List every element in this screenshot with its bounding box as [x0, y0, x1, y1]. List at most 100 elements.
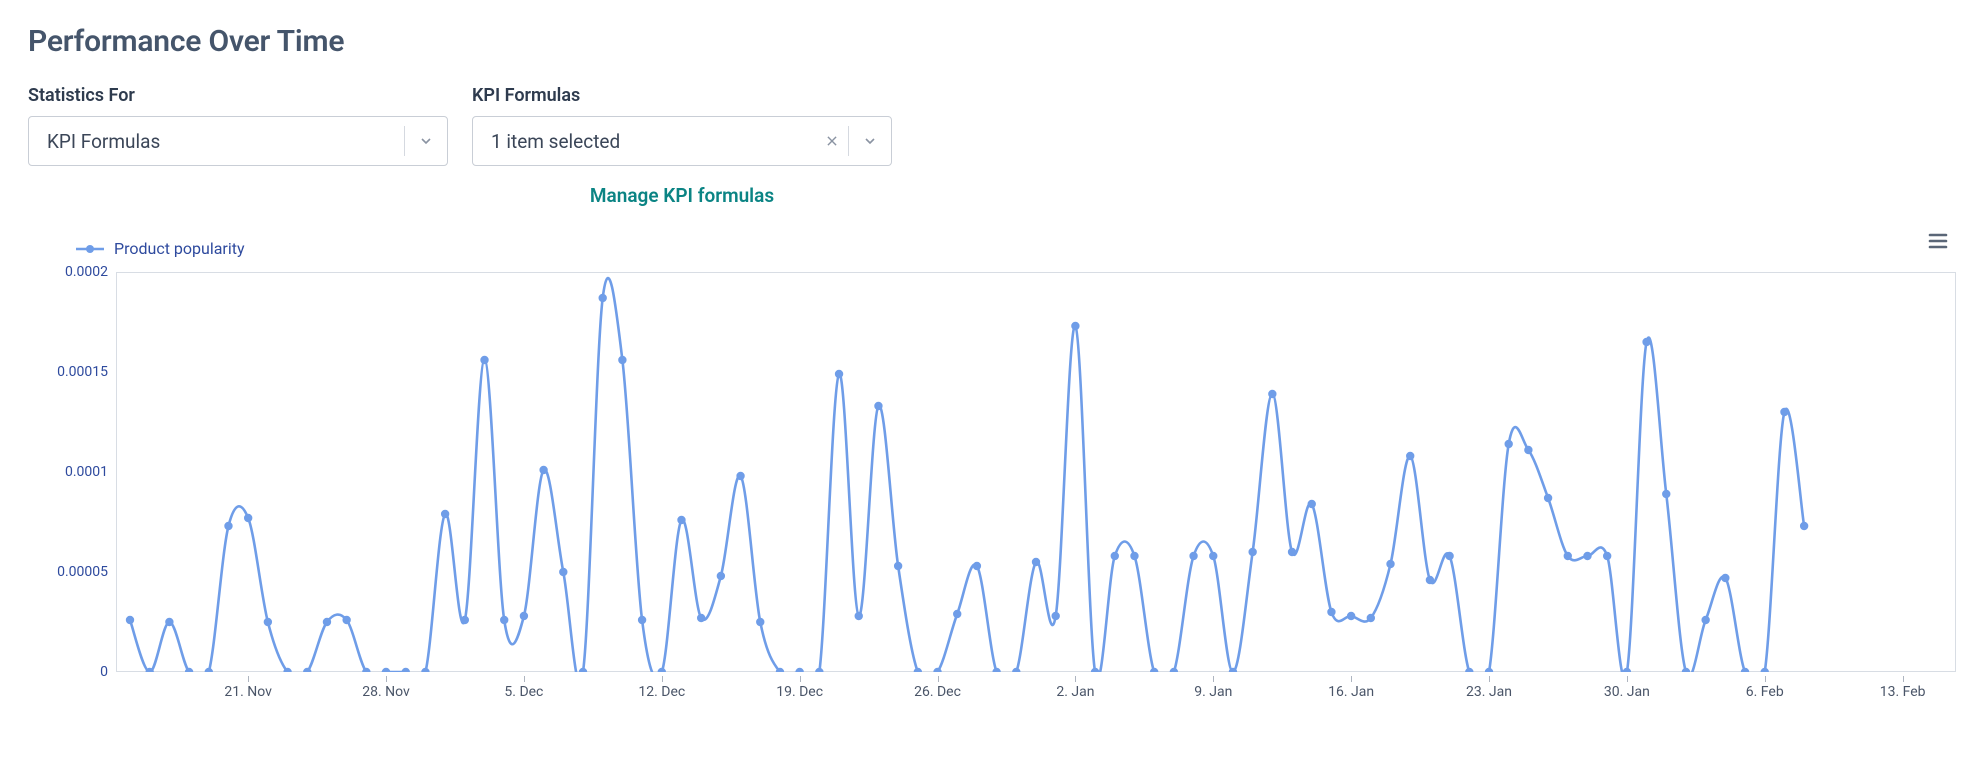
data-point[interactable] [1465, 668, 1473, 672]
data-point[interactable] [874, 402, 882, 410]
data-point[interactable] [1445, 552, 1453, 560]
x-tick-mark [662, 676, 663, 682]
data-point[interactable] [1485, 668, 1493, 672]
data-point[interactable] [1367, 614, 1375, 622]
data-point[interactable] [1308, 500, 1316, 508]
data-point[interactable] [1150, 668, 1158, 672]
kpi-formulas-select[interactable]: 1 item selected [472, 116, 892, 166]
data-point[interactable] [165, 618, 173, 626]
data-point[interactable] [1603, 552, 1611, 560]
data-point[interactable] [539, 466, 547, 474]
data-point[interactable] [1701, 616, 1709, 624]
chart-svg [116, 272, 1956, 672]
data-point[interactable] [520, 612, 528, 620]
data-point[interactable] [1544, 494, 1552, 502]
data-point[interactable] [1524, 446, 1532, 454]
x-tick-label: 2. Jan [1056, 684, 1094, 700]
data-point[interactable] [953, 610, 961, 618]
data-point[interactable] [973, 562, 981, 570]
data-point[interactable] [1623, 668, 1631, 672]
data-point[interactable] [1780, 408, 1788, 416]
x-tick-label: 9. Jan [1194, 684, 1232, 700]
x-tick-mark [1351, 676, 1352, 682]
data-point[interactable] [126, 616, 134, 624]
data-point[interactable] [264, 618, 272, 626]
data-point[interactable] [638, 616, 646, 624]
data-point[interactable] [382, 668, 390, 672]
chevron-down-icon[interactable] [405, 133, 447, 149]
data-point[interactable] [1642, 338, 1650, 346]
data-point[interactable] [244, 514, 252, 522]
x-tick-label: 26. Dec [914, 684, 961, 700]
x-tick-mark [1075, 676, 1076, 682]
data-point[interactable] [421, 668, 429, 672]
x-tick-mark [800, 676, 801, 682]
data-point[interactable] [224, 522, 232, 530]
data-point[interactable] [598, 294, 606, 302]
data-point[interactable] [1248, 548, 1256, 556]
data-point[interactable] [1564, 552, 1572, 560]
series-line [130, 278, 1804, 672]
x-tick-mark [386, 676, 387, 682]
data-point[interactable] [205, 668, 213, 672]
data-point[interactable] [1426, 576, 1434, 584]
manage-kpi-link[interactable]: Manage KPI formulas [472, 184, 892, 207]
data-point[interactable] [1504, 440, 1512, 448]
data-point[interactable] [717, 572, 725, 580]
data-point[interactable] [342, 616, 350, 624]
data-point[interactable] [1130, 552, 1138, 560]
data-point[interactable] [894, 562, 902, 570]
kpi-formulas-label: KPI Formulas [472, 85, 892, 106]
data-point[interactable] [1111, 552, 1119, 560]
data-point[interactable] [1721, 574, 1729, 582]
data-point[interactable] [1170, 668, 1178, 672]
data-point[interactable] [914, 668, 922, 672]
data-point[interactable] [1012, 668, 1020, 672]
data-point[interactable] [658, 668, 666, 672]
data-point[interactable] [1583, 552, 1591, 560]
data-point[interactable] [1268, 390, 1276, 398]
data-point[interactable] [559, 568, 567, 576]
data-point[interactable] [1406, 452, 1414, 460]
data-point[interactable] [500, 616, 508, 624]
data-point[interactable] [1682, 668, 1690, 672]
data-point[interactable] [1209, 552, 1217, 560]
data-point[interactable] [402, 668, 410, 672]
data-point[interactable] [461, 616, 469, 624]
data-point[interactable] [677, 516, 685, 524]
y-tick-label: 0 [100, 664, 108, 680]
data-point[interactable] [1189, 552, 1197, 560]
data-point[interactable] [1327, 608, 1335, 616]
data-point[interactable] [1032, 558, 1040, 566]
data-point[interactable] [736, 472, 744, 480]
chart-legend[interactable]: Product popularity [76, 239, 1966, 258]
data-point[interactable] [1347, 612, 1355, 620]
data-point[interactable] [323, 618, 331, 626]
data-point[interactable] [1091, 668, 1099, 672]
clear-icon[interactable] [816, 134, 848, 148]
kpi-formulas-value: 1 item selected [473, 130, 816, 153]
data-point[interactable] [480, 356, 488, 364]
data-point[interactable] [855, 612, 863, 620]
data-point[interactable] [1051, 612, 1059, 620]
data-point[interactable] [1761, 668, 1769, 672]
data-point[interactable] [815, 668, 823, 672]
data-point[interactable] [618, 356, 626, 364]
data-point[interactable] [1071, 322, 1079, 330]
data-point[interactable] [1386, 560, 1394, 568]
data-point[interactable] [697, 614, 705, 622]
data-point[interactable] [1662, 490, 1670, 498]
statistics-for-select[interactable]: KPI Formulas [28, 116, 448, 166]
data-point[interactable] [441, 510, 449, 518]
legend-label: Product popularity [114, 239, 245, 258]
data-point[interactable] [835, 370, 843, 378]
data-point[interactable] [1800, 522, 1808, 530]
data-point[interactable] [1288, 548, 1296, 556]
data-point[interactable] [1741, 668, 1749, 672]
hamburger-icon[interactable] [1926, 229, 1950, 257]
data-point[interactable] [795, 668, 803, 672]
chevron-down-icon[interactable] [849, 133, 891, 149]
data-point[interactable] [579, 668, 587, 672]
data-point[interactable] [992, 668, 1000, 672]
data-point[interactable] [756, 618, 764, 626]
